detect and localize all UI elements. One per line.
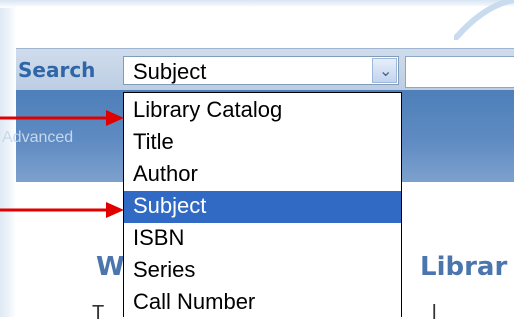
dropdown-option-library-catalog[interactable]: Library Catalog: [124, 95, 401, 127]
option-label: Series: [133, 257, 196, 282]
background-edge: [0, 0, 16, 317]
red-arrow-icon: [0, 202, 124, 218]
dropdown-option-call-number[interactable]: Call Number: [124, 287, 401, 319]
dropdown-toggle-button[interactable]: ⌄: [372, 58, 397, 83]
option-label: Call Number: [133, 289, 256, 314]
option-label: Title: [133, 129, 174, 154]
option-label: Author: [133, 161, 198, 186]
select-current-value: Subject: [133, 59, 207, 84]
option-label: ISBN: [133, 225, 185, 250]
page-heading-fragment: W: [96, 252, 125, 282]
chevron-down-icon: ⌄: [379, 63, 393, 80]
search-label: Search: [18, 58, 96, 82]
body-text-fragment: T: [92, 302, 105, 324]
option-label: Library Catalog: [133, 97, 283, 122]
dropdown-option-subject[interactable]: Subject: [124, 191, 401, 223]
dropdown-option-title[interactable]: Title: [124, 127, 401, 159]
dropdown-list: Library Catalog Title Author Subject ISB…: [123, 92, 402, 317]
search-type-select[interactable]: Subject ⌄: [123, 56, 399, 85]
red-arrow-icon: [0, 110, 124, 126]
dropdown-option-isbn[interactable]: ISBN: [124, 223, 401, 255]
search-input[interactable]: [405, 56, 514, 88]
dropdown-option-series[interactable]: Series: [124, 255, 401, 287]
body-text-fragment-right: l: [432, 302, 437, 324]
decorative-swoosh: [454, 0, 514, 40]
advanced-search-link[interactable]: Advanced: [2, 129, 73, 147]
dropdown-option-author[interactable]: Author: [124, 159, 401, 191]
option-label: Subject: [133, 193, 207, 218]
header-area: [16, 6, 514, 48]
page-heading-fragment-right: Librar: [420, 252, 508, 282]
